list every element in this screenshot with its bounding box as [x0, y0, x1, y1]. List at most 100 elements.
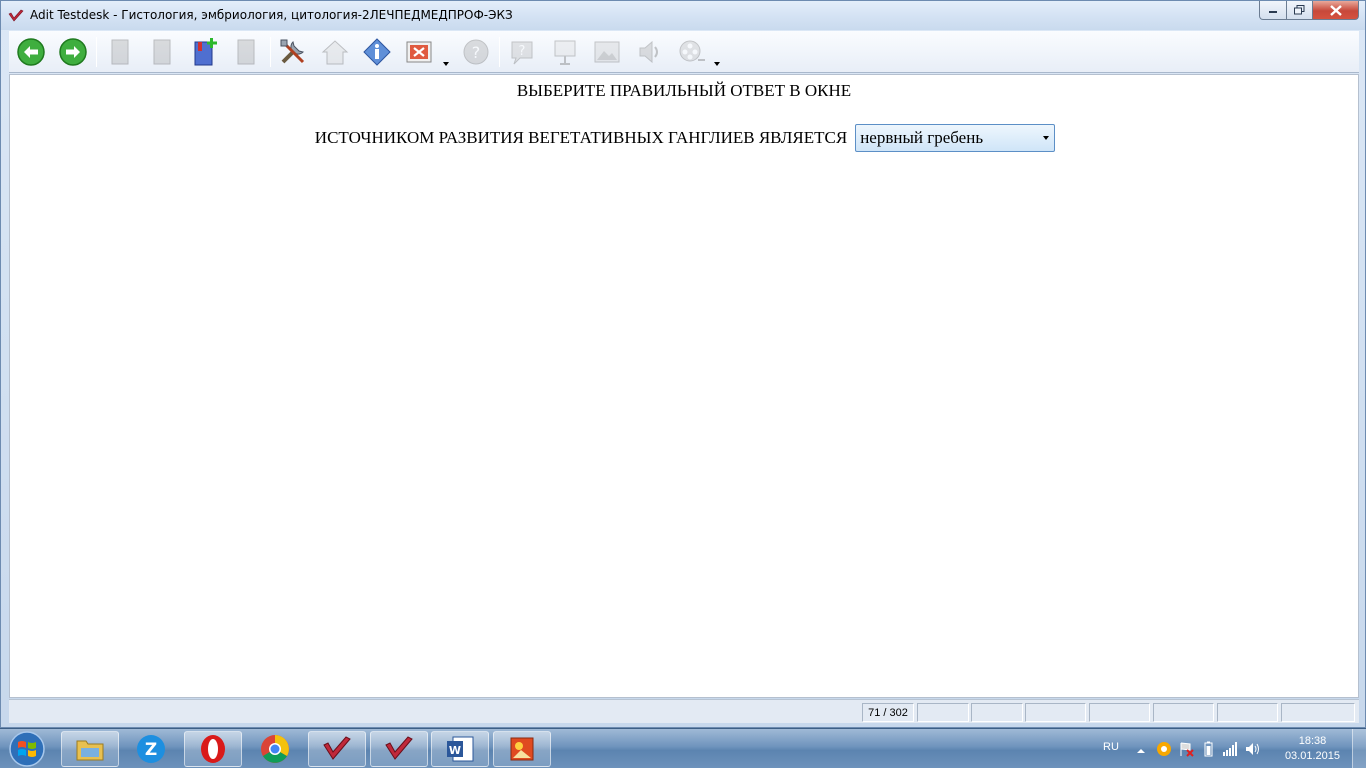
window-title: Adit Testdesk - Гистология, эмбриология,… [30, 8, 513, 22]
document-icon [111, 39, 129, 65]
windows-logo-icon [9, 731, 45, 767]
taskbar-photo-app[interactable] [493, 731, 551, 767]
svg-text:Z: Z [145, 740, 157, 760]
show-desktop-button[interactable] [1352, 729, 1366, 768]
svg-text:?: ? [472, 43, 481, 62]
question-panel: ВЫБЕРИТЕ ПРАВИЛЬНЫЙ ОТВЕТ В ОКНЕ ИСТОЧНИ… [9, 74, 1359, 698]
close-test-button[interactable] [403, 36, 435, 68]
battery-icon[interactable] [1200, 741, 1216, 757]
answer-selected-value: нервный гребень [860, 128, 984, 147]
app-window: Adit Testdesk - Гистология, эмбриология,… [0, 0, 1366, 728]
chevron-down-icon[interactable] [443, 61, 449, 67]
chrome-icon [261, 735, 289, 763]
image-icon [594, 41, 620, 63]
restore-icon [1294, 5, 1305, 15]
question-counter: 71 / 302 [862, 703, 914, 722]
status-bar: 71 / 302 [9, 699, 1359, 723]
chevron-up-icon[interactable] [1133, 743, 1149, 759]
chevron-down-icon [1043, 136, 1050, 140]
forward-button[interactable] [57, 36, 89, 68]
start-button[interactable] [5, 731, 49, 767]
clock[interactable]: 18:38 03.01.2015 [1285, 734, 1340, 764]
toolbar-separator [96, 37, 97, 67]
status-cell [917, 703, 969, 722]
presentation-button[interactable] [549, 36, 581, 68]
minimize-button[interactable] [1259, 1, 1287, 20]
document-icon [237, 39, 255, 65]
question-text: ИСТОЧНИКОМ РАЗВИТИЯ ВЕГЕТАТИВНЫХ ГАНГЛИЕ… [314, 128, 848, 147]
help-button[interactable]: ? [460, 36, 492, 68]
taskbar: Z W RU 18:38 03.01.2015 [0, 728, 1366, 768]
status-cell [1025, 703, 1086, 722]
taskbar-word[interactable]: W [431, 731, 489, 767]
image-button[interactable] [591, 36, 623, 68]
title-bar[interactable]: Adit Testdesk - Гистология, эмбриология,… [1, 1, 1365, 30]
close-icon [1329, 4, 1342, 16]
close-button[interactable] [1313, 1, 1359, 20]
clock-time: 18:38 [1298, 735, 1327, 747]
presentation-icon [554, 40, 576, 65]
document-button-3[interactable] [230, 36, 262, 68]
app-check-icon [385, 736, 413, 760]
status-cell [1217, 703, 1278, 722]
clock-date: 03.01.2015 [1284, 750, 1340, 762]
document-button-2[interactable] [146, 36, 178, 68]
home-icon [321, 40, 349, 65]
hint-button[interactable]: ? [506, 36, 538, 68]
status-cell [1089, 703, 1150, 722]
help-icon: ? [463, 39, 489, 65]
action-center-flag-icon[interactable] [1178, 741, 1194, 757]
zona-icon: Z [137, 735, 165, 763]
taskbar-testdesk-1[interactable] [308, 731, 366, 767]
system-tray: RU 18:38 03.01.2015 [1096, 729, 1366, 768]
toolbar-separator [270, 37, 271, 67]
answer-dropdown[interactable]: нервный гребень [855, 124, 1056, 152]
app-check-icon [323, 736, 351, 760]
back-button[interactable] [15, 36, 47, 68]
taskbar-chrome[interactable] [246, 731, 304, 767]
sound-button[interactable] [633, 36, 665, 68]
document-button-1[interactable] [104, 36, 136, 68]
svg-text:?: ? [519, 44, 526, 59]
taskbar-zona[interactable]: Z [122, 731, 180, 767]
bookmark-add-icon [194, 38, 217, 66]
arrow-right-circle-icon [59, 38, 87, 66]
speaker-icon [639, 40, 658, 64]
close-window-icon [406, 41, 432, 63]
status-cell [1153, 703, 1214, 722]
minimize-icon [1269, 11, 1277, 13]
video-button[interactable] [676, 36, 708, 68]
opera-icon [201, 735, 225, 763]
folder-icon [76, 740, 104, 761]
toolbar-separator [499, 37, 500, 67]
taskbar-opera[interactable] [184, 731, 242, 767]
chevron-down-icon[interactable] [714, 61, 720, 67]
home-button[interactable] [319, 36, 351, 68]
question-row: ИСТОЧНИКОМ РАЗВИТИЯ ВЕГЕТАТИВНЫХ ГАНГЛИЕ… [10, 124, 1358, 152]
svg-text:W: W [449, 744, 461, 757]
photo-app-icon [510, 737, 534, 761]
add-bookmark-button[interactable] [189, 36, 221, 68]
status-cell [1281, 703, 1355, 722]
arrow-left-circle-icon [17, 38, 45, 66]
info-icon [363, 38, 391, 66]
taskbar-explorer[interactable] [61, 731, 119, 767]
maximize-button[interactable] [1287, 1, 1313, 20]
window-controls [1259, 1, 1359, 21]
tools-icon [280, 39, 305, 64]
taskbar-testdesk-2[interactable] [370, 731, 428, 767]
instruction-text: ВЫБЕРИТЕ ПРАВИЛЬНЫЙ ОТВЕТ В ОКНЕ [516, 81, 852, 100]
info-button[interactable] [361, 36, 393, 68]
status-cell [971, 703, 1023, 722]
toolbar: ? ? [9, 31, 1359, 73]
film-reel-icon [679, 40, 705, 62]
question-bubble-icon: ? [511, 41, 533, 65]
document-icon [153, 39, 171, 65]
agent-icon[interactable] [1156, 741, 1172, 757]
volume-icon[interactable] [1244, 741, 1260, 757]
network-signal-icon[interactable] [1222, 741, 1238, 757]
word-icon: W [447, 736, 474, 762]
tools-button[interactable] [277, 36, 309, 68]
language-indicator[interactable]: RU [1103, 741, 1119, 753]
app-check-icon [8, 9, 24, 22]
